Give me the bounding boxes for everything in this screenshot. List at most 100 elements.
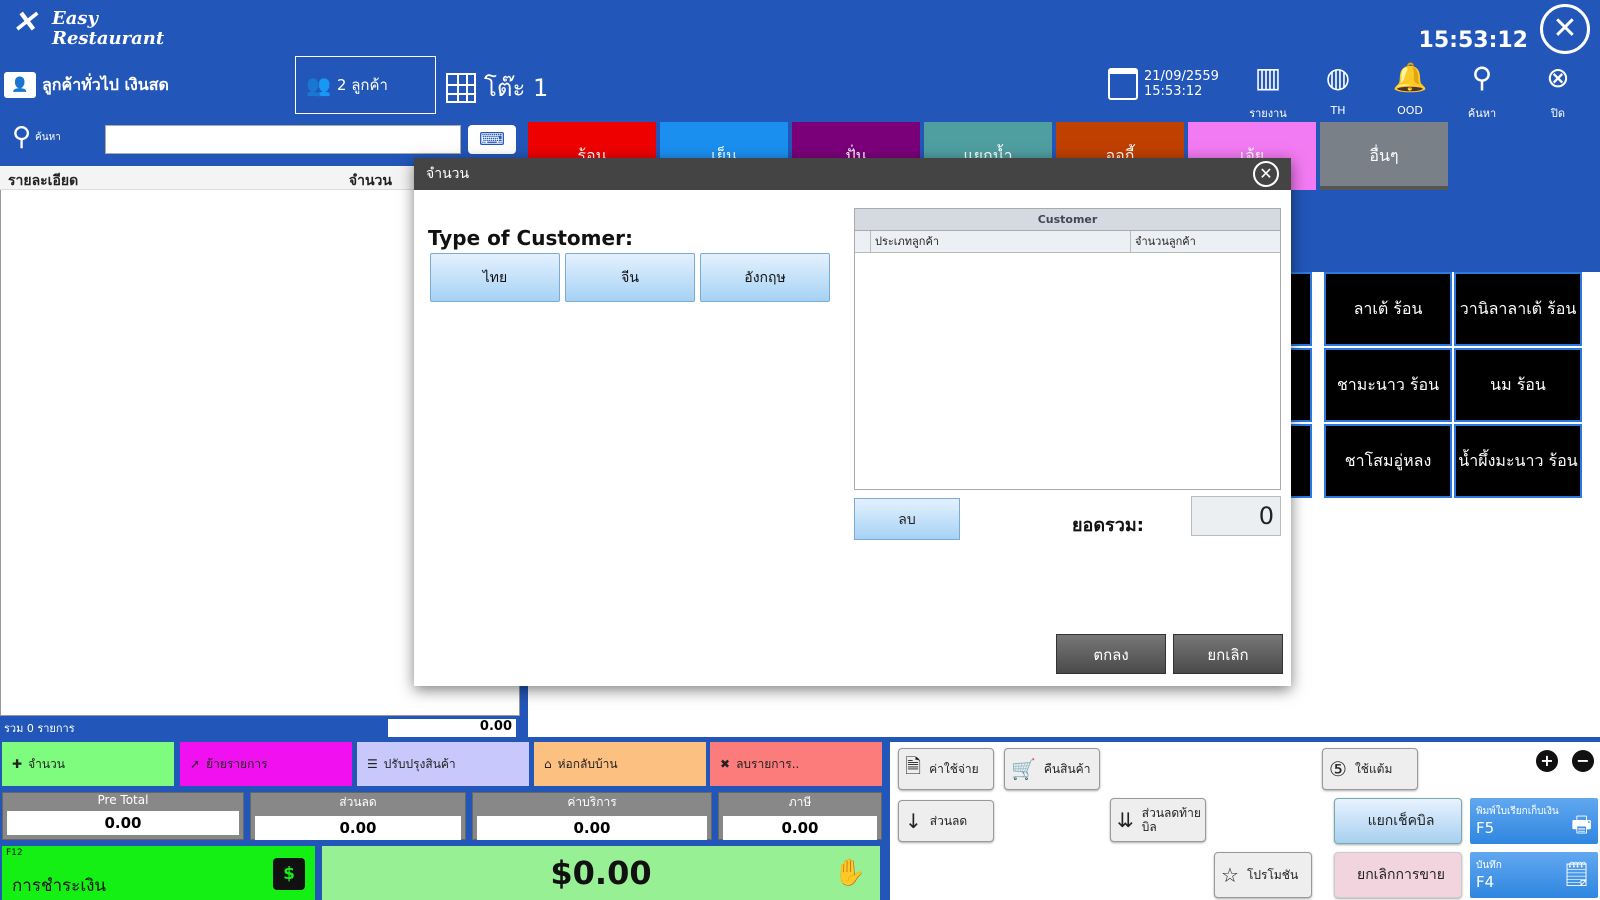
notifications-label: OOD [1397, 104, 1423, 117]
payment-button[interactable]: F12 การชำระเงิน $ [2, 846, 315, 900]
zoom-out-button[interactable]: − [1572, 750, 1594, 772]
close-button[interactable]: ⊗ ปิด [1528, 58, 1588, 120]
grid-col-customer-count: จำนวนลูกค้า [1135, 235, 1196, 248]
payment-key: F12 [6, 848, 23, 858]
product-label: ชามะนาว ร้อน [1336, 375, 1440, 394]
list-icon: ☰ [367, 757, 378, 771]
fork-knife-icon: ✕ [12, 5, 38, 40]
discount-label: ส่วนลด [339, 795, 377, 809]
move-item-button[interactable]: ➚ ย้ายรายการ [180, 742, 352, 786]
move-item-label: ย้ายรายการ [206, 756, 268, 771]
move-icon: ➚ [190, 757, 201, 771]
notifications-button[interactable]: 🔔 OOD [1380, 58, 1440, 117]
save-icon: 🗒 [1561, 860, 1592, 888]
search-input[interactable] [105, 125, 461, 154]
cash-hand-icon: ✋ [833, 858, 866, 888]
discount-icon: ↓ [905, 809, 922, 833]
dialog-header: จำนวน ✕ [414, 158, 1291, 190]
discount-value: 0.00 [255, 816, 461, 840]
ok-button[interactable]: ตกลง [1056, 634, 1166, 674]
minus-icon: − [1576, 751, 1590, 770]
total-amount: $0.00 ✋ [322, 846, 880, 900]
find-button[interactable]: ⚲ ค้นหา [1452, 58, 1512, 120]
points-icon: ⑤ [1329, 757, 1347, 781]
customer-type-english[interactable]: อังกฤษ [700, 253, 830, 302]
product-label: นม ร้อน [1490, 375, 1546, 394]
product-item[interactable]: วานิลาลาเต้ ร้อน [1454, 272, 1582, 346]
table-grid-icon [446, 72, 476, 103]
calendar-icon [1108, 68, 1138, 100]
customer-type-thai[interactable]: ไทย [430, 253, 560, 302]
find-label: ค้นหา [1467, 107, 1497, 120]
cart-icon: 🛒 [1011, 757, 1036, 781]
plus-icon: + [1540, 751, 1554, 770]
print-bill-button[interactable]: พิมพ์ใบเรียกเก็บเงิน F5 🖶 [1470, 798, 1598, 844]
use-points-button[interactable]: ⑤ ใช้แต้ม [1322, 748, 1418, 790]
grid-header: ประเภทลูกค้า จำนวนลูกค้า [855, 231, 1280, 253]
pre-total-label: Pre Total [97, 793, 149, 807]
expense-button[interactable]: 🗎 ค่าใช้จ่าย [898, 748, 994, 790]
pre-total-box: Pre Total 0.00 [2, 792, 244, 840]
product-item[interactable]: ลาเต้ ร้อน [1324, 272, 1452, 346]
service-charge-box: ค่าบริการ 0.00 [472, 792, 712, 840]
bill-discount-button[interactable]: ⇊ ส่วนลดท้ายบิล [1110, 798, 1206, 842]
dollar-icon: $ [273, 858, 305, 890]
zoom-in-button[interactable]: + [1536, 750, 1558, 772]
delete-item-label: ลบรายการ.. [736, 756, 800, 771]
printer-icon: 🖶 [1571, 813, 1592, 838]
modify-item-button[interactable]: ☰ ปรับปรุงสินค้า [357, 742, 529, 786]
star-icon: ☆ [1221, 863, 1239, 887]
discount-box: ส่วนลด 0.00 [250, 792, 466, 840]
split-bill-label: แยกเช็คบิล [1367, 813, 1435, 829]
product-item[interactable]: น้ำผึ้งมะนาว ร้อน [1454, 424, 1582, 498]
customer-card-icon: 👤 [4, 72, 36, 98]
home-icon: ⌂ [544, 757, 552, 771]
product-item[interactable]: นม ร้อน [1454, 348, 1582, 422]
table-selector[interactable]: โต๊ะ 1 [446, 68, 548, 107]
promotion-label: โปรโมชัน [1246, 867, 1299, 882]
close-icon: ✕ [1259, 164, 1273, 183]
close-icon: ✕ [1552, 11, 1578, 46]
report-button[interactable]: ▥ รายงาน [1238, 58, 1298, 120]
customer-label: ลูกค้าทั่วไป เงินสด [42, 74, 169, 94]
guest-count-button[interactable]: 👥 2 ลูกค้า [295, 56, 436, 114]
logo-text-line2: Restaurant [52, 28, 165, 49]
language-button[interactable]: ◍ TH [1308, 58, 1368, 117]
col-detail: รายละเอียด [8, 173, 79, 189]
return-item-button[interactable]: 🛒 คืนสินค้า [1004, 748, 1100, 790]
search-icon: ⚲ [1471, 61, 1493, 94]
customer-type-chinese[interactable]: จีน [565, 253, 695, 302]
search-label-group: ⚲ ค้นหา [12, 122, 61, 152]
col-qty: จำนวน [348, 173, 392, 189]
x-icon: ✖ [720, 757, 731, 771]
guest-count-label: 2 ลูกค้า [336, 76, 388, 94]
dialog-close-button[interactable]: ✕ [1253, 161, 1279, 187]
delete-button[interactable]: ลบ [854, 498, 960, 540]
category-tab-other[interactable]: อื่นๆ [1320, 122, 1448, 190]
language-label: TH [1330, 104, 1346, 117]
cancel-button[interactable]: ยกเลิก [1173, 634, 1283, 674]
product-item[interactable]: ชามะนาว ร้อน [1324, 348, 1452, 422]
customer-grid[interactable]: Customer ประเภทลูกค้า จำนวนลูกค้า [854, 208, 1281, 490]
discount-button[interactable]: ↓ ส่วนลด [898, 800, 994, 842]
grid-col-customer-type: ประเภทลูกค้า [871, 231, 1131, 252]
customer-selector[interactable]: 👤 ลูกค้าทั่วไป เงินสด [4, 70, 169, 100]
keyboard-button[interactable]: ⌨ [468, 125, 516, 154]
save-button[interactable]: บันทึก F4 🗒 [1470, 852, 1598, 898]
product-item[interactable]: ชาโสมอู่หลง [1324, 424, 1452, 498]
promotion-button[interactable]: ☆ โปรโมชัน [1214, 852, 1312, 898]
keyboard-icon: ⌨ [479, 129, 505, 150]
close-app-button[interactable]: ✕ [1540, 4, 1590, 54]
total-value: 0 [1191, 496, 1281, 536]
cancel-sale-button[interactable]: ยกเลิกการขาย [1334, 852, 1462, 898]
return-label: คืนสินค้า [1043, 761, 1091, 776]
quantity-button[interactable]: ✚ จำนวน [2, 742, 174, 786]
delete-item-button[interactable]: ✖ ลบรายการ.. [710, 742, 882, 786]
takeaway-button[interactable]: ⌂ ห่อกลับบ้าน [534, 742, 706, 786]
search-label: ค้นหา [35, 131, 61, 143]
bill-discount-label: ส่วนลดท้ายบิล [1141, 806, 1201, 834]
split-bill-button[interactable]: แยกเช็คบิล [1334, 798, 1462, 844]
category-label: อื่นๆ [1369, 146, 1399, 165]
product-label: ชาโสมอู่หลง [1344, 451, 1432, 470]
close-label: ปิด [1550, 107, 1566, 120]
